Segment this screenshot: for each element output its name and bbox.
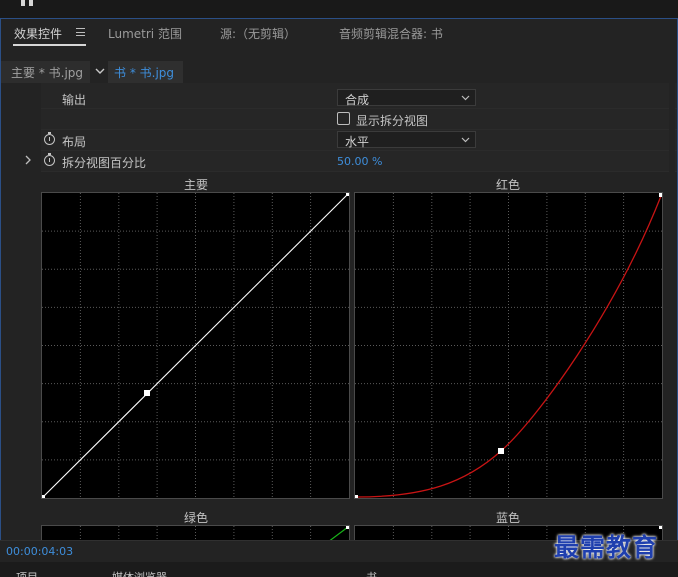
curve-control-point[interactable] — [659, 193, 663, 197]
curve-control-point[interactable] — [41, 495, 45, 499]
tab-timeline[interactable]: 书 — [366, 569, 377, 577]
master-curve-title: 主要 — [184, 178, 209, 192]
output-value: 合成 — [345, 93, 370, 107]
split-percent-label: 拆分视图百分比 — [62, 156, 147, 170]
top-strip — [0, 0, 678, 18]
output-dropdown[interactable]: 合成 — [337, 89, 476, 107]
master-clip-label: 主要 * 书.jpg — [11, 66, 84, 80]
panel-grip-icon[interactable] — [29, 0, 33, 6]
green-curve-title: 绿色 — [184, 511, 209, 525]
blue-curve-title: 蓝色 — [496, 511, 521, 525]
output-label: 输出 — [62, 93, 87, 107]
row-output: 输出 合成 — [41, 88, 677, 109]
tab-media-browser[interactable]: 媒体浏览器 — [112, 569, 167, 577]
red-curve-graph[interactable] — [354, 192, 663, 499]
tab-lumetri-scopes[interactable]: Lumetri 范围 — [108, 25, 182, 42]
expand-chevron-icon[interactable] — [24, 155, 32, 168]
current-clip-label: 书 * 书.jpg — [114, 66, 175, 80]
layout-dropdown[interactable]: 水平 — [337, 131, 476, 149]
clip-selector-bar: 主要 * 书.jpg 书 * 书.jpg — [1, 61, 677, 83]
tab-project[interactable]: 项目 — [16, 569, 38, 577]
tab-source[interactable]: 源:（无剪辑） — [220, 25, 296, 42]
curve-control-point[interactable] — [346, 525, 350, 529]
scrollbar-track[interactable] — [669, 49, 675, 539]
split-view-checkbox[interactable] — [337, 112, 350, 125]
curve-control-point[interactable] — [346, 192, 350, 196]
curve-control-point[interactable] — [354, 495, 358, 499]
row-layout: 布局 水平 — [41, 130, 677, 151]
effect-controls-panel: 效果控件 Lumetri 范围 源:（无剪辑） 音频剪辑混合器: 书 主要 * … — [0, 18, 678, 562]
split-percent-value[interactable]: 50.00 % — [337, 155, 382, 168]
tab-audio-clip-mixer[interactable]: 音频剪辑混合器: 书 — [339, 25, 443, 42]
watermark-text: 最需教育 — [554, 533, 659, 562]
panel-menu-icon[interactable] — [76, 28, 85, 36]
stopwatch-icon[interactable] — [44, 153, 55, 166]
green-curve-line[interactable] — [328, 526, 349, 541]
curve-control-point[interactable] — [659, 525, 663, 529]
current-clip-tab[interactable]: 书 * 书.jpg — [108, 61, 183, 83]
chevron-down-icon — [461, 93, 470, 105]
master-clip-tab[interactable]: 主要 * 书.jpg — [1, 61, 90, 83]
chevron-down-icon — [461, 135, 470, 147]
active-tab-indicator — [13, 44, 86, 46]
chevron-down-icon[interactable] — [94, 65, 106, 77]
layout-label: 布局 — [62, 135, 87, 149]
master-curve-graph[interactable] — [41, 192, 350, 499]
panel-grip-icon[interactable] — [21, 0, 25, 6]
row-split-view: 显示拆分视图 — [41, 109, 677, 130]
curve-control-point[interactable] — [498, 448, 504, 454]
stopwatch-icon[interactable] — [44, 132, 55, 145]
curve-control-point[interactable] — [144, 390, 150, 396]
current-timecode[interactable]: 00:00:04:03 — [6, 545, 73, 558]
split-view-label: 显示拆分视图 — [356, 114, 429, 128]
green-curve-graph[interactable] — [41, 525, 350, 541]
panel-tabs: 效果控件 Lumetri 范围 源:（无剪辑） 音频剪辑混合器: 书 — [1, 19, 677, 49]
bottom-panel-tabs: 项目 媒体浏览器 书 — [0, 562, 678, 577]
red-curve-title: 红色 — [496, 178, 521, 192]
layout-value: 水平 — [345, 135, 370, 149]
row-split-percent: 拆分视图百分比 50.00 % — [41, 151, 677, 172]
tab-effect-controls[interactable]: 效果控件 — [14, 25, 62, 42]
